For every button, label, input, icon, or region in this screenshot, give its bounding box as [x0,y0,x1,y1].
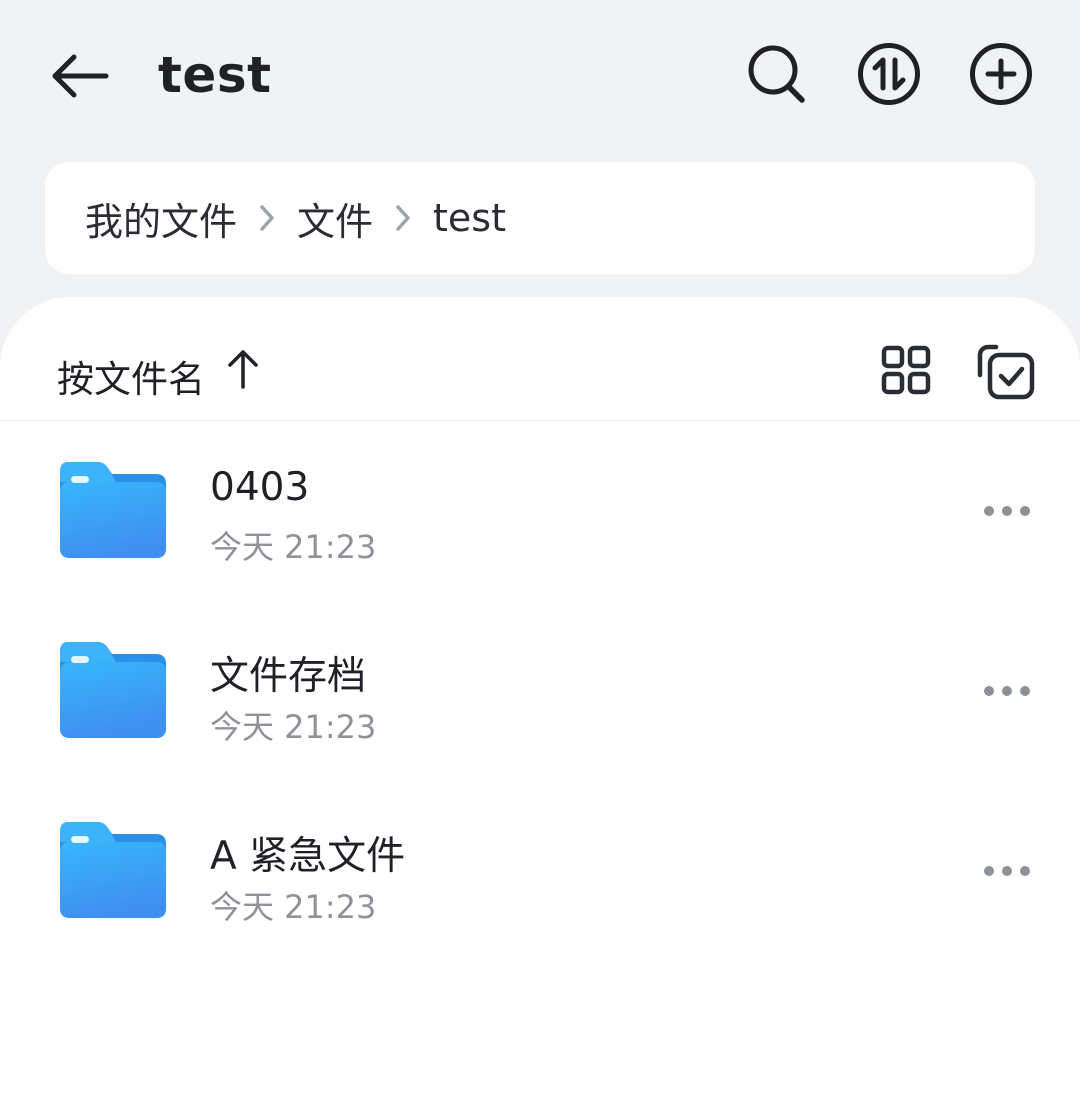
file-modified-time: 今天 21:23 [210,528,377,566]
search-button[interactable] [742,42,810,110]
list-item[interactable]: 0403 今天 21:23 [0,421,1080,601]
more-options-icon[interactable] [980,493,1034,529]
sort-by-name-button[interactable]: 按文件名 [57,349,205,403]
multi-select-icon[interactable] [976,341,1038,401]
more-options-icon[interactable] [980,673,1034,709]
back-button[interactable] [44,44,116,112]
folder-icon [58,460,168,560]
page-title: test [158,46,272,104]
breadcrumb-item-current[interactable]: test [433,196,506,240]
folder-icon [58,820,168,920]
dot [1002,686,1012,696]
arrow-up-icon[interactable] [226,349,260,393]
file-modified-time: 今天 21:23 [210,708,377,746]
sort-button[interactable] [855,42,923,110]
sort-swap-icon [857,42,921,110]
file-modified-time: 今天 21:23 [210,888,377,926]
list-item[interactable]: A 紧急文件 今天 21:23 [0,781,1080,961]
sort-bar: 按文件名 [0,297,1080,421]
top-bar: test [0,0,1080,150]
arrow-left-icon [50,53,110,103]
chevron-right-icon [259,204,275,232]
file-name: 0403 [210,465,310,510]
dot [984,866,994,876]
dot [1002,506,1012,516]
add-circle-icon [969,42,1033,110]
dot [984,686,994,696]
breadcrumb-item-my-files[interactable]: 我的文件 [85,191,237,246]
dot [1002,866,1012,876]
grid-view-icon[interactable] [876,343,936,401]
dot [1020,686,1030,696]
file-list-panel: 按文件名 0403 今天 21:23 文件存档 今天 21:23 A 紧急文件 … [0,297,1080,1113]
list-item[interactable]: 文件存档 今天 21:23 [0,601,1080,781]
dot [1020,506,1030,516]
file-manager-screen: test 我的文件 文件 test 按文件名 0403 今天 21:23 文件存… [0,0,1080,1113]
file-name: 文件存档 [210,654,367,699]
breadcrumb-item-files[interactable]: 文件 [297,191,373,246]
dot [984,506,994,516]
search-icon [746,43,806,109]
file-list: 0403 今天 21:23 文件存档 今天 21:23 A 紧急文件 今天 21… [0,421,1080,961]
dot [1020,866,1030,876]
file-name: A 紧急文件 [210,834,406,879]
add-button[interactable] [967,42,1035,110]
more-options-icon[interactable] [980,853,1034,889]
folder-icon [58,640,168,740]
breadcrumb: 我的文件 文件 test [45,162,1035,274]
chevron-right-icon [395,204,411,232]
